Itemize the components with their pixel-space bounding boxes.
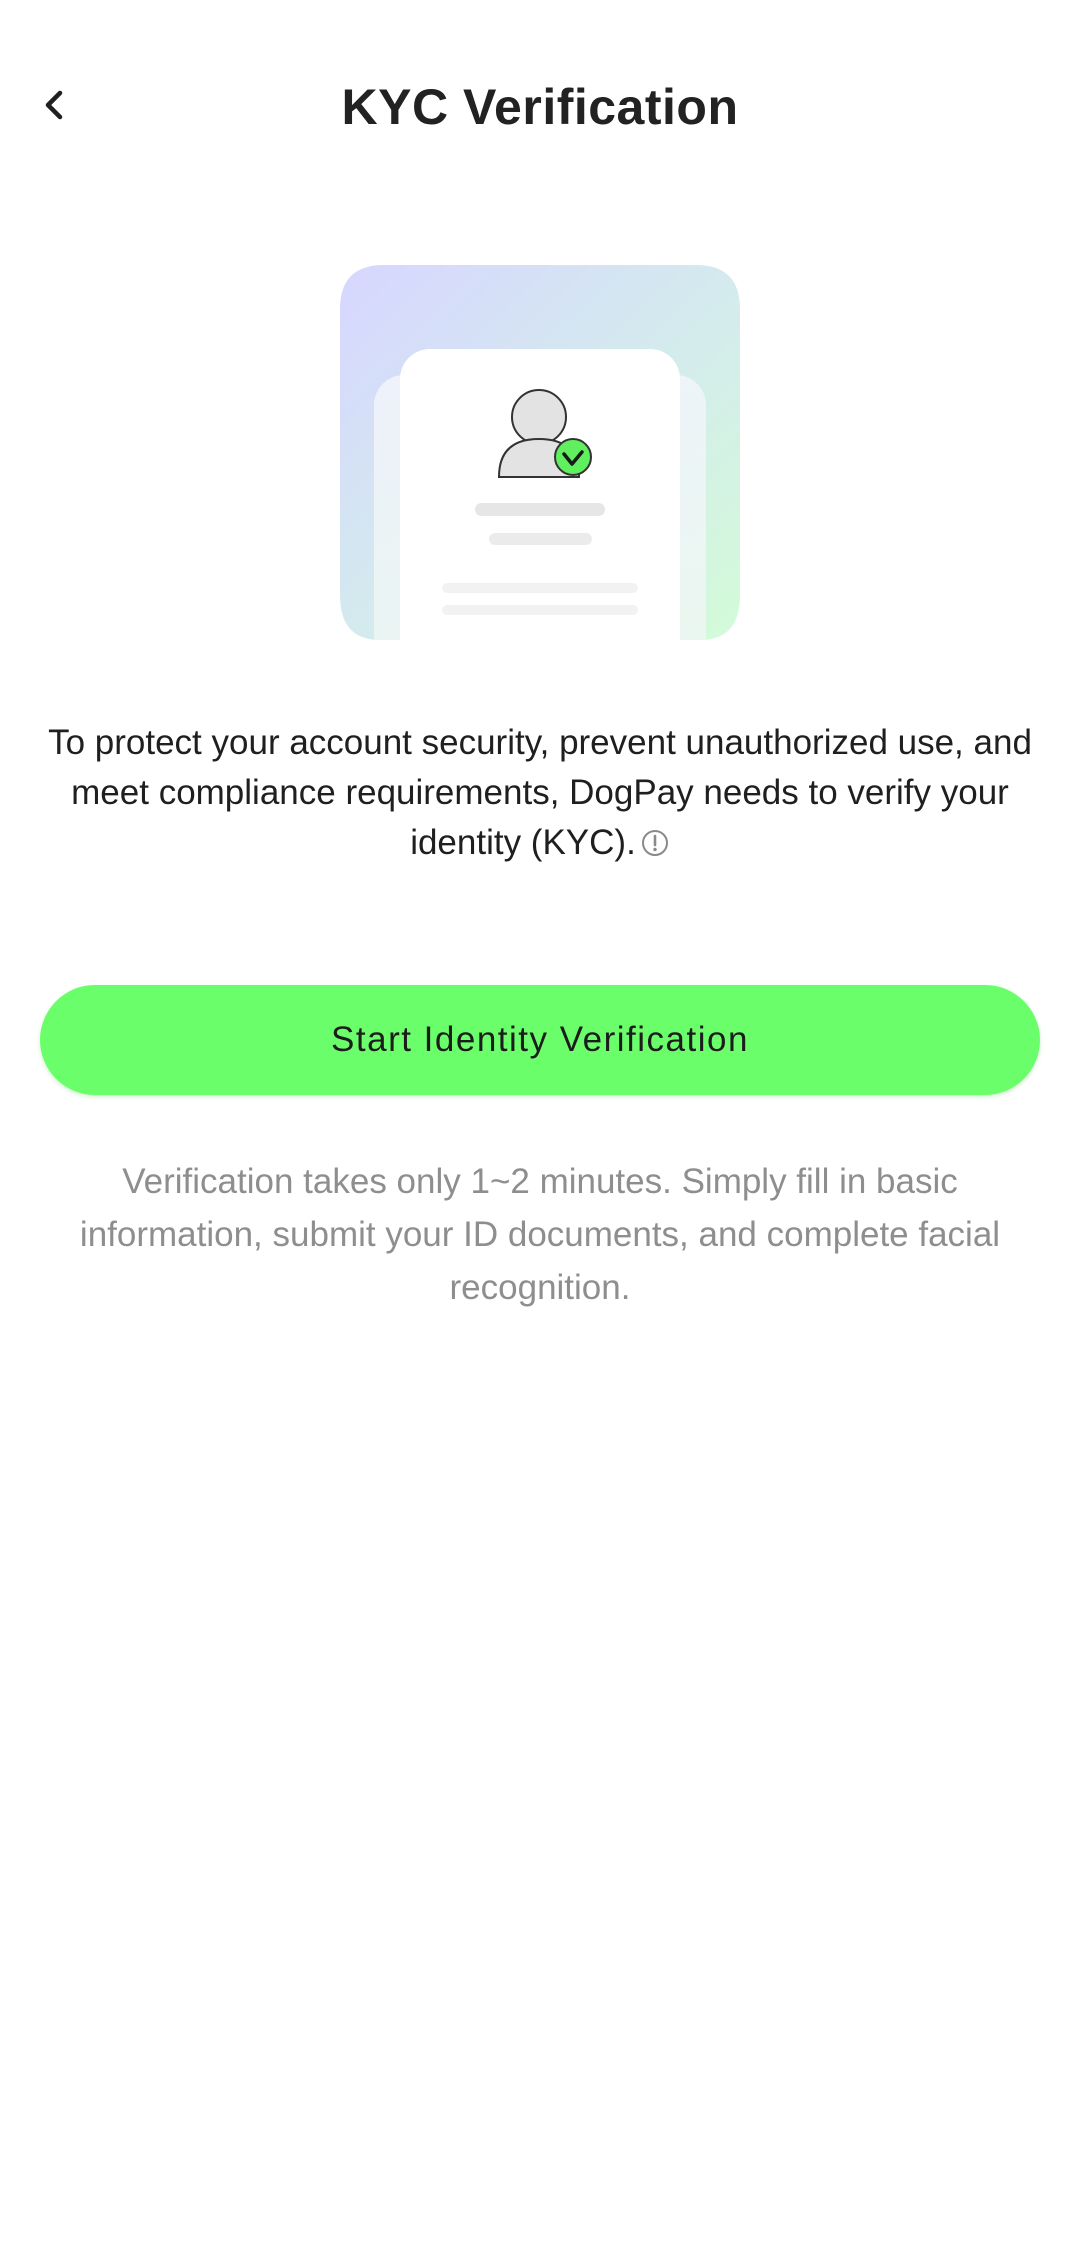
kyc-description: To protect your account security, preven… [40, 718, 1040, 872]
info-circle-icon[interactable] [640, 822, 670, 872]
header-bar: KYC Verification [0, 0, 1080, 215]
verification-note: Verification takes only 1~2 minutes. Sim… [79, 1162, 1001, 1307]
kyc-description-text: To protect your account security, preven… [48, 723, 1032, 862]
page-title: KYC Verification [341, 79, 739, 135]
id-card-verified-icon [340, 265, 740, 640]
kyc-illustration [340, 265, 740, 640]
start-verification-button[interactable]: Start Identity Verification [40, 985, 1040, 1095]
